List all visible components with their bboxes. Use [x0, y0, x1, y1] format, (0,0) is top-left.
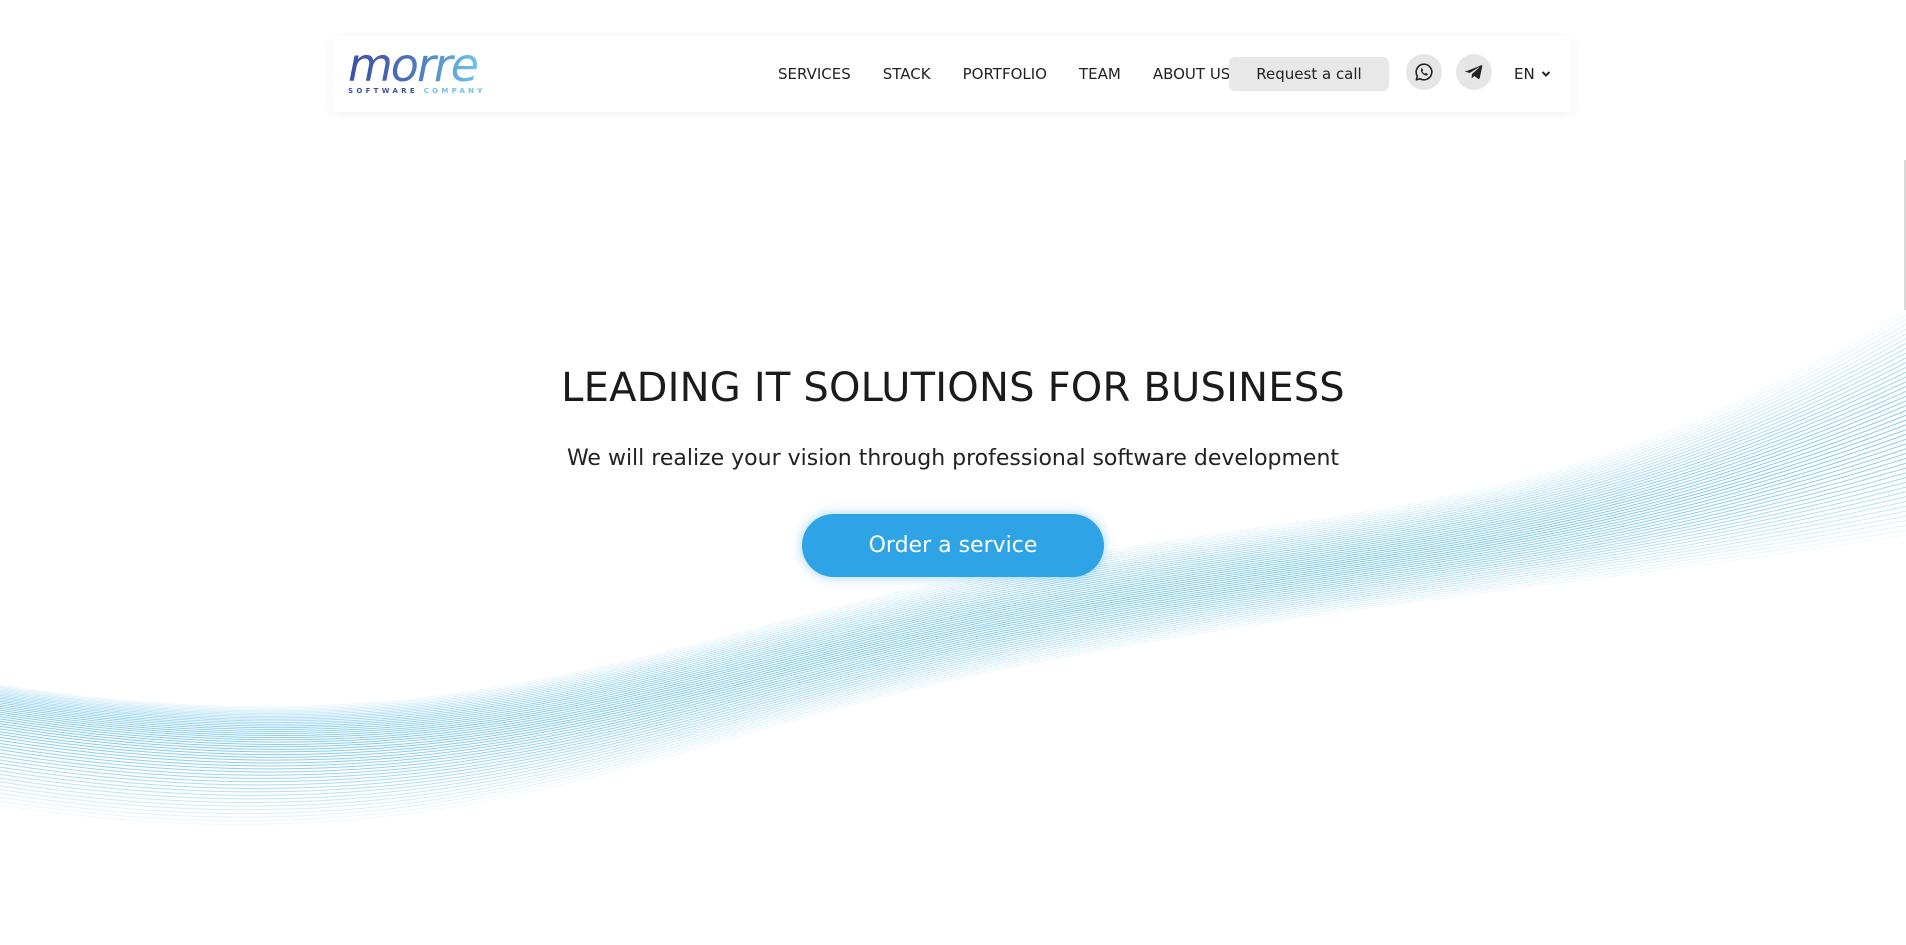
hero-title: LEADING IT SOLUTIONS FOR BUSINESS: [561, 365, 1345, 411]
whatsapp-button[interactable]: [1406, 54, 1442, 90]
nav-team[interactable]: TEAM: [1079, 65, 1121, 83]
hero-section: LEADING IT SOLUTIONS FOR BUSINESS We wil…: [0, 360, 1906, 577]
main-nav: SERVICES STACK PORTFOLIO TEAM ABOUT US: [778, 36, 1262, 112]
nav-about-us[interactable]: ABOUT US: [1153, 65, 1231, 83]
site-header: morre SOFTWARE COMPANY SERVICES STACK PO…: [332, 36, 1572, 112]
company-logo[interactable]: morre SOFTWARE COMPANY: [348, 40, 498, 98]
request-call-button[interactable]: Request a call: [1229, 57, 1389, 91]
nav-stack[interactable]: STACK: [883, 65, 931, 83]
telegram-button[interactable]: [1456, 54, 1492, 90]
hero-subtitle: We will realize your vision through prof…: [566, 446, 1340, 471]
logo-tagline-software: SOFTWARE: [348, 87, 418, 95]
logo-tagline-company: COMPANY: [423, 87, 486, 95]
order-service-button[interactable]: Order a service: [802, 514, 1104, 577]
logo-wordmark: morre: [348, 38, 479, 92]
nav-services[interactable]: SERVICES: [778, 65, 851, 83]
language-selector[interactable]: EN: [1514, 36, 1551, 112]
whatsapp-icon: [1415, 63, 1433, 81]
logo-tagline: SOFTWARE COMPANY: [348, 87, 486, 95]
page: morre SOFTWARE COMPANY SERVICES STACK PO…: [0, 0, 1906, 945]
language-label: EN: [1514, 65, 1535, 83]
nav-portfolio[interactable]: PORTFOLIO: [963, 65, 1047, 83]
chevron-down-icon: [1541, 71, 1550, 77]
telegram-icon: [1465, 65, 1483, 80]
